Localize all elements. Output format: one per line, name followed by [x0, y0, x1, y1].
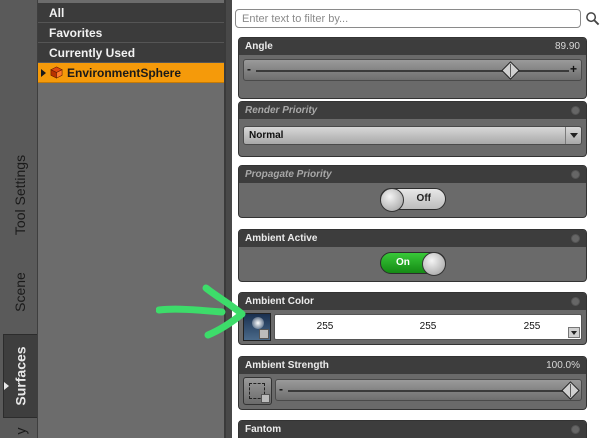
property-header: Ambient Active: [239, 230, 586, 247]
color-blue-value: 255: [523, 321, 541, 332]
slider-groove: [256, 70, 569, 72]
gear-icon[interactable]: [571, 425, 580, 434]
slider-groove: [288, 390, 569, 392]
gear-icon[interactable]: [571, 297, 580, 306]
property-render-priority: Render Priority Normal: [238, 101, 587, 157]
map-menu-icon[interactable]: [261, 394, 270, 403]
tab-tool-settings[interactable]: Tool Settings: [3, 140, 37, 250]
property-title: Propagate Priority: [245, 169, 332, 180]
list-item-label: Currently Used: [49, 46, 136, 60]
chevron-down-icon[interactable]: [568, 327, 580, 338]
list-item-label: EnvironmentSphere: [67, 65, 182, 80]
list-item-currently-used[interactable]: Currently Used: [38, 43, 224, 63]
property-title: Angle: [245, 41, 273, 52]
property-fantom: Fantom: [238, 420, 587, 438]
chevron-down-icon[interactable]: [565, 127, 581, 144]
property-title: Fantom: [245, 424, 282, 435]
properties-panel: Angle 89.90 - + Render Priority Normal P…: [232, 0, 600, 438]
image-map-thumbnail[interactable]: [243, 313, 271, 341]
property-title: Render Priority: [245, 105, 318, 116]
map-menu-icon[interactable]: [259, 329, 269, 339]
list-item-label: All: [49, 6, 65, 20]
list-item-all[interactable]: All: [38, 3, 224, 23]
toggle-label: On: [396, 257, 410, 268]
toggle-knob: [422, 252, 446, 276]
list-item-environment-sphere[interactable]: EnvironmentSphere: [38, 63, 224, 83]
property-ambient-strength: Ambient Strength 100.0% -: [238, 356, 587, 410]
propagate-priority-toggle[interactable]: Off: [380, 188, 446, 212]
ambient-active-toggle[interactable]: On: [380, 252, 446, 276]
property-value: 100.0%: [546, 360, 580, 371]
surface-list-panel: All Favorites Currently Used Environment…: [38, 0, 226, 438]
gear-icon[interactable]: [571, 234, 580, 243]
property-title: Ambient Strength: [245, 360, 329, 371]
tab-surfaces[interactable]: Surfaces: [3, 334, 37, 418]
ambient-strength-slider[interactable]: -: [275, 379, 582, 401]
property-header: Propagate Priority: [239, 166, 586, 183]
active-tab-arrow-icon: [4, 382, 9, 390]
image-map-button[interactable]: [243, 377, 272, 405]
property-ambient-color: Ambient Color 255 255 255: [238, 292, 587, 345]
light-glow: [252, 317, 264, 329]
property-header: Fantom: [239, 421, 586, 438]
slider-increment[interactable]: +: [570, 62, 577, 76]
property-title: Ambient Color: [245, 296, 314, 307]
property-header: Ambient Strength 100.0%: [239, 357, 586, 374]
slider-decrement[interactable]: -: [279, 382, 283, 396]
tab-scene-label: Scene: [12, 272, 29, 312]
tab-more[interactable]: y: [3, 424, 37, 438]
ambient-color-field[interactable]: 255 255 255: [274, 314, 582, 340]
list-item-label: Favorites: [49, 26, 103, 40]
search-icon[interactable]: [585, 11, 600, 26]
gear-icon[interactable]: [571, 170, 580, 179]
tab-tool-settings-label: Tool Settings: [12, 154, 29, 236]
property-header: Angle 89.90: [239, 38, 586, 55]
tab-more-label: y: [12, 427, 28, 435]
slider-knob-icon[interactable]: [501, 61, 520, 80]
property-angle: Angle 89.90 - +: [238, 37, 587, 99]
property-propagate-priority: Propagate Priority Off: [238, 165, 587, 218]
tab-surfaces-label: Surfaces: [12, 346, 29, 406]
vertical-tab-strip: Tool Settings Scene Surfaces y: [0, 0, 38, 438]
gear-icon[interactable]: [571, 106, 580, 115]
expand-triangle-icon[interactable]: [41, 68, 46, 77]
select-value: Normal: [249, 130, 284, 141]
slider-knob-icon[interactable]: [561, 381, 580, 400]
property-header: Render Priority: [239, 102, 586, 119]
render-priority-select[interactable]: Normal: [243, 126, 582, 145]
color-red-value: 255: [316, 321, 334, 332]
tab-scene[interactable]: Scene: [3, 258, 37, 326]
toggle-label: Off: [416, 193, 431, 204]
property-ambient-active: Ambient Active On: [238, 229, 587, 282]
property-value: 89.90: [554, 41, 580, 52]
property-header: Ambient Color: [239, 293, 586, 310]
property-title: Ambient Active: [245, 233, 318, 244]
filter-input[interactable]: [235, 9, 581, 28]
list-item-favorites[interactable]: Favorites: [38, 23, 224, 43]
cube-icon: [50, 66, 63, 79]
slider-decrement[interactable]: -: [247, 62, 251, 76]
toggle-knob: [380, 188, 404, 212]
angle-slider[interactable]: - +: [243, 59, 582, 81]
color-green-value: 255: [419, 321, 437, 332]
